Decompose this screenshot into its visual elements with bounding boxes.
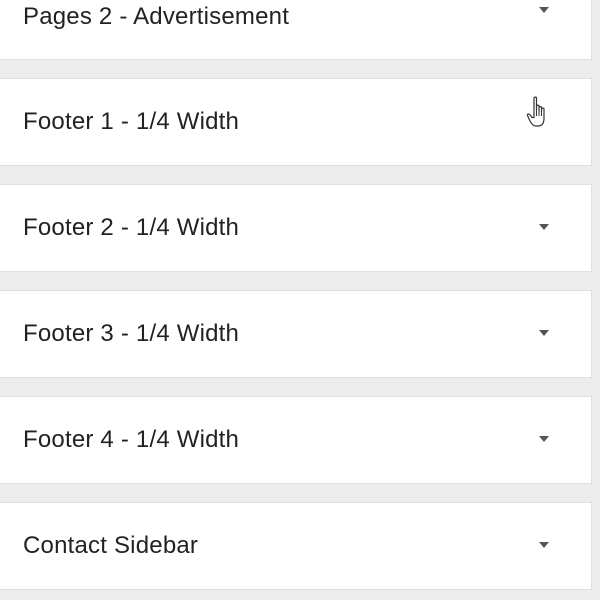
chevron-down-icon[interactable] [537, 540, 551, 550]
widget-area-title: Contact Sidebar [23, 532, 199, 559]
widget-areas-list: Pages 2 - Advertisement Footer 1 - 1/4 W… [0, 0, 600, 600]
widget-area-title: Footer 4 - 1/4 Width [23, 426, 240, 453]
chevron-down-icon[interactable] [537, 5, 551, 15]
widget-area-title: Footer 3 - 1/4 Width [23, 320, 240, 347]
widget-area-title: Pages 2 - Advertisement [23, 3, 290, 30]
widget-area-contact-sidebar[interactable]: Contact Sidebar [0, 502, 592, 590]
chevron-down-icon[interactable] [537, 434, 551, 444]
widget-area-title: Footer 1 - 1/4 Width [23, 108, 240, 135]
widget-area-footer-2[interactable]: Footer 2 - 1/4 Width [0, 184, 592, 272]
widget-area-pages-2-advertisement[interactable]: Pages 2 - Advertisement [0, 0, 592, 60]
widget-area-footer-1[interactable]: Footer 1 - 1/4 Width [0, 78, 592, 166]
chevron-down-icon[interactable] [537, 222, 551, 232]
widget-area-title: Footer 2 - 1/4 Width [23, 214, 240, 241]
chevron-down-icon[interactable] [537, 328, 551, 338]
widget-area-footer-3[interactable]: Footer 3 - 1/4 Width [0, 290, 592, 378]
widget-area-footer-4[interactable]: Footer 4 - 1/4 Width [0, 396, 592, 484]
